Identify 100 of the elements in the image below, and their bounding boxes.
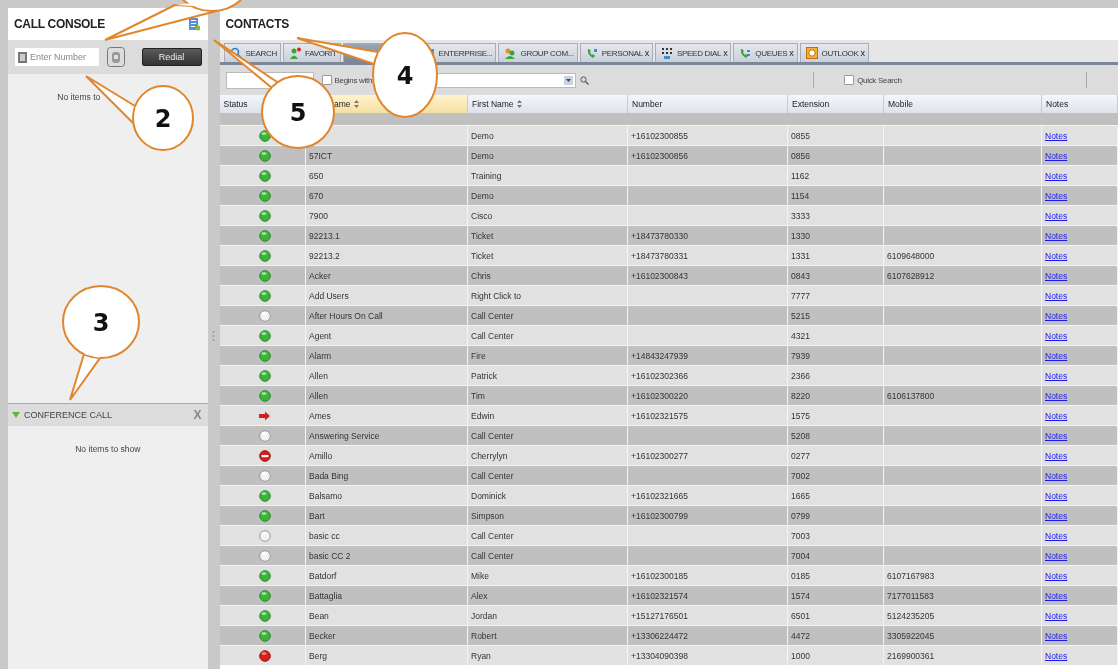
callout-number: 3 (92, 309, 110, 337)
table-cell: +14843247939 (627, 345, 788, 366)
table-cell: Ryan (467, 645, 628, 665)
table-cell: Batdorf (305, 565, 468, 586)
table-cell: Add Users (305, 285, 468, 306)
table-cell: Bart (305, 505, 468, 526)
table-cell: Agent (305, 325, 468, 346)
table-cell: 7004 (787, 545, 884, 566)
panel-title: CALL CONSOLE (14, 17, 105, 31)
panel-title: CONTACTS (225, 17, 289, 31)
callout-number: 5 (289, 99, 307, 127)
table-cell: +16102300220 (627, 385, 788, 406)
table-cell: 7900 (305, 205, 468, 226)
callout-number: 2 (154, 105, 172, 133)
table-cell: 2366 (787, 365, 884, 386)
table-cell: Call Center (467, 545, 628, 566)
table-cell: 1575 (787, 405, 884, 426)
table-cell: Fire (467, 345, 628, 366)
table-cell: 7777 (787, 285, 884, 306)
table-cell: Bean (305, 605, 468, 626)
table-cell: 3305922045 (883, 625, 1042, 646)
table-cell: +15127176501 (627, 605, 788, 626)
table-cell: Call Center (467, 425, 628, 446)
table-cell: 0856 (787, 145, 884, 166)
table-cell: 8220 (787, 385, 884, 406)
table-cell: +13304090398 (627, 645, 788, 665)
table-cell: Demo (467, 145, 628, 166)
table-cell: Right Click to (467, 285, 628, 306)
table-cell: 7003 (787, 525, 884, 546)
table-cell: Ticket (467, 225, 628, 246)
table-cell: +16102300277 (627, 445, 788, 466)
table-cell: 5124235205 (883, 605, 1042, 626)
table-cell: 5215 (787, 305, 884, 326)
table-cell: 5208 (787, 425, 884, 446)
table-cell: Acker (305, 265, 468, 286)
table-cell: Robert (467, 625, 628, 646)
table-cell: Alarm (305, 345, 468, 366)
table-cell: 2169900361 (883, 645, 1042, 665)
table-cell: 4472 (787, 625, 884, 646)
table-cell: Balsamo (305, 485, 468, 506)
panel-title: CONFERENCE CALL (24, 410, 114, 420)
table-cell: Training (467, 165, 628, 186)
callout-number: 4 (396, 62, 414, 90)
table-cell: Allen (305, 365, 468, 386)
table-cell: +16102300855 (627, 125, 788, 146)
table-cell: 3333 (787, 205, 884, 226)
table-cell: basic cc (305, 525, 468, 546)
table-cell: 6107167983 (883, 565, 1042, 586)
table-cell: +16102300856 (627, 145, 788, 166)
table-cell: 1330 (787, 225, 884, 246)
empty-message: No items to (57, 92, 101, 103)
table-cell: Call Center (467, 525, 628, 546)
table-cell: 6109648000 (883, 245, 1042, 266)
table-cell: 4321 (787, 325, 884, 346)
table-cell: 0277 (787, 445, 884, 466)
table-cell: Cisco (467, 205, 628, 226)
table-cell: 6106137800 (883, 385, 1042, 406)
table-cell: 1154 (787, 185, 884, 206)
table-cell: Call Center (467, 465, 628, 486)
checkbox-label: Begins with (334, 75, 373, 85)
table-cell: Chris (467, 265, 628, 286)
table-cell: +13306224472 (627, 625, 788, 646)
table-cell: +16102300843 (627, 265, 788, 286)
checkbox-label: Quick Search (857, 75, 902, 85)
table-cell: +18473780331 (627, 245, 788, 266)
table-cell: +16102300185 (627, 565, 788, 586)
table-cell: +16102321575 (627, 405, 788, 426)
table-cell: 7939 (787, 345, 884, 366)
table-cell: Amillo (305, 445, 468, 466)
table-cell: After Hours On Call (305, 305, 468, 326)
table-cell: 7177011583 (883, 585, 1042, 606)
table-cell: Demo (467, 185, 628, 206)
table-cell: 670 (305, 185, 468, 206)
table-cell: 6107628912 (883, 265, 1042, 286)
table-cell: Patrick (467, 365, 628, 386)
table-cell: Bada Bing (305, 465, 468, 486)
table-cell: Ticket (467, 245, 628, 266)
table-cell: Becker (305, 625, 468, 646)
table-cell: +16102321665 (627, 485, 788, 506)
empty-message: No items to show (75, 444, 141, 455)
table-cell: 92213.2 (305, 245, 468, 266)
table-cell: Allen (305, 385, 468, 406)
table-cell: Dominick (467, 485, 628, 506)
table-cell: 7002 (787, 465, 884, 486)
table-cell: 1000 (787, 645, 884, 665)
table-cell: +16102302366 (627, 365, 788, 386)
table-cell: 1665 (787, 485, 884, 506)
table-cell: Battaglia (305, 585, 468, 606)
table-cell: 0799 (787, 505, 884, 526)
table-cell: Edwin (467, 405, 628, 426)
table-cell: 650 (305, 165, 468, 186)
table-cell: Answering Service (305, 425, 468, 446)
table-cell: Tim (467, 385, 628, 406)
table-cell: 0185 (787, 565, 884, 586)
table-cell: Jordan (467, 605, 628, 626)
table-cell: Alex (467, 585, 628, 606)
table-cell: Call Center (467, 325, 628, 346)
table-cell: 1162 (787, 165, 884, 186)
table-cell: 6501 (787, 605, 884, 626)
table-cell: 1574 (787, 585, 884, 606)
